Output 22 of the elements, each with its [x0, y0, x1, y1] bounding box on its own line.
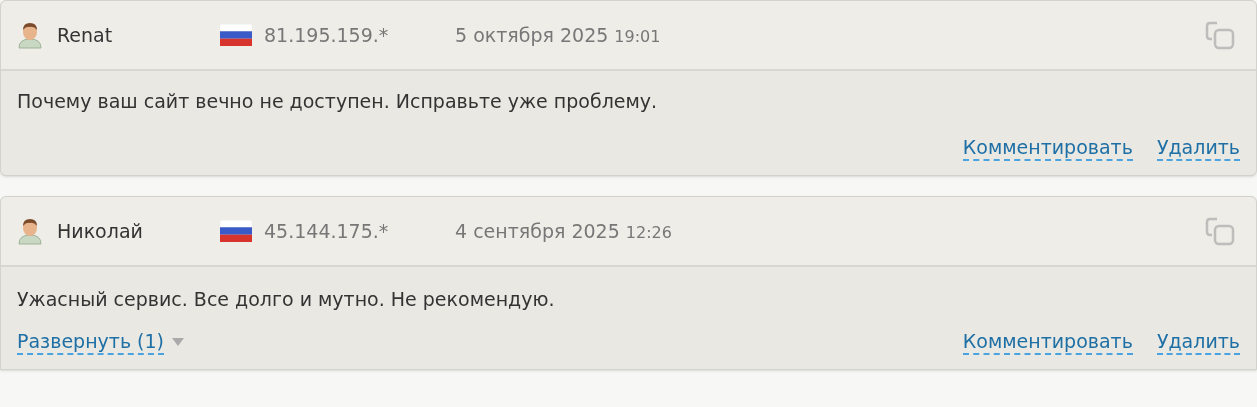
comment-link[interactable]: Комментировать	[962, 329, 1133, 355]
comment-link[interactable]: Комментировать	[962, 135, 1133, 161]
user-avatar-icon	[17, 21, 43, 49]
expand-toggle[interactable]: Развернуть (1)	[17, 329, 185, 355]
flag-icon	[220, 24, 252, 46]
comment-date: 4 сентября 2025	[455, 218, 620, 244]
user-avatar-icon	[17, 217, 43, 245]
delete-link[interactable]: Удалить	[1156, 329, 1240, 355]
copy-icon[interactable]	[1204, 19, 1236, 51]
flag-icon	[220, 220, 252, 242]
author-name: Renat	[57, 22, 114, 48]
comment-text: Ужасный сервис. Все долго и мутно. Не рекомендую.	[17, 287, 556, 312]
ip-address: 45.144.175.*	[264, 218, 390, 244]
delete-link[interactable]: Удалить	[1156, 135, 1240, 161]
comment-text: Почему ваш сайт вечно не доступен. Исправьте уже проблему.	[17, 89, 659, 114]
author-name: Николай	[57, 218, 144, 244]
comment-date: 5 октября 2025	[455, 22, 609, 48]
ip-address: 81.195.159.*	[264, 22, 390, 48]
comment-time: 12:26	[625, 222, 672, 244]
copy-icon[interactable]	[1204, 215, 1236, 247]
caret-icon	[172, 338, 185, 346]
comment-time: 19:01	[614, 26, 661, 48]
